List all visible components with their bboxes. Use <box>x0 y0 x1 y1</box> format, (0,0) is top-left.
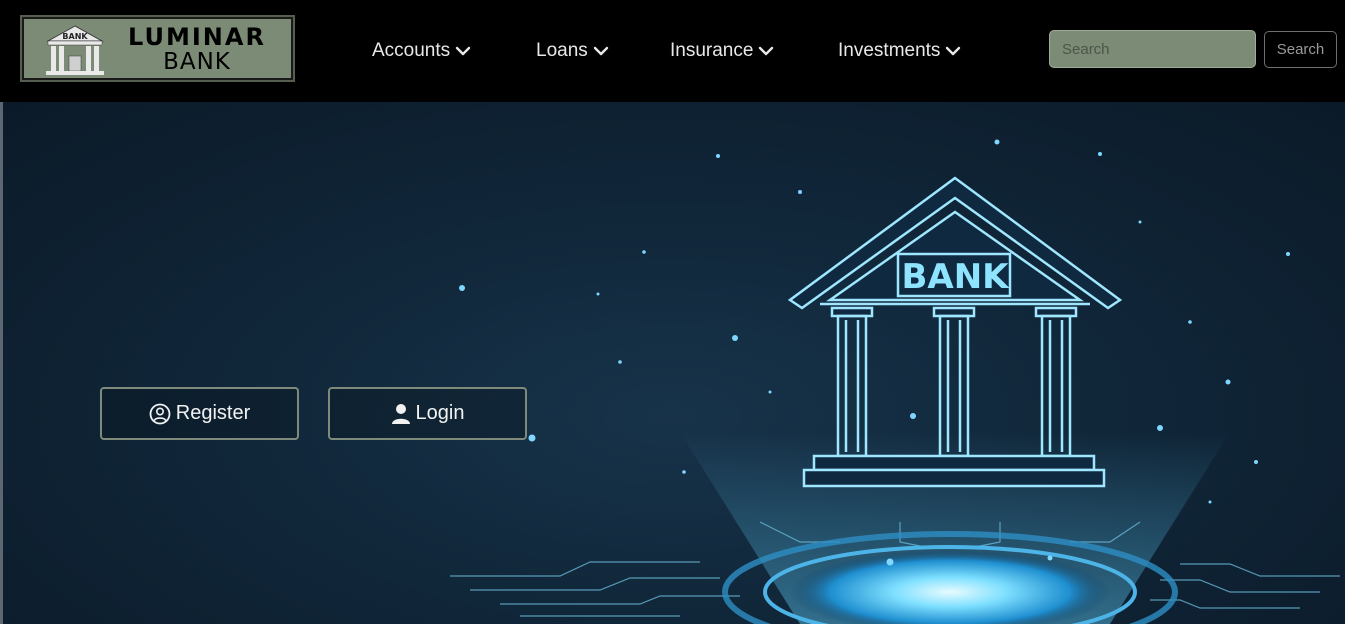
brand-name-line2: BANK <box>163 49 231 75</box>
user-icon <box>391 403 410 424</box>
brand-name-line1: LUMINAR <box>128 23 266 51</box>
search-button[interactable]: Search <box>1264 31 1337 68</box>
nav-item-accounts[interactable]: Accounts <box>372 38 471 64</box>
chevron-down-icon <box>946 46 961 56</box>
nav-item-loans[interactable]: Loans <box>536 38 609 64</box>
brand-name: LUMINAR BANK <box>122 25 272 75</box>
nav-item-investments[interactable]: Investments <box>838 38 961 64</box>
login-button-label: Login <box>415 402 465 424</box>
hero-banner: BANK Register Login <box>0 102 1345 624</box>
search-input[interactable] <box>1049 30 1256 68</box>
nav-item-label: Investments <box>838 40 941 61</box>
navbar: BANK LUMINAR BANK Accounts Loans Insuran… <box>0 0 1345 102</box>
nav-item-label: Insurance <box>670 40 754 61</box>
nav-item-label: Loans <box>536 40 588 61</box>
user-circle-icon <box>149 403 171 424</box>
bank-building-icon: BANK <box>46 25 104 75</box>
chevron-down-icon <box>455 46 471 56</box>
chevron-down-icon <box>593 46 608 56</box>
login-button[interactable]: Login <box>328 387 527 440</box>
brand-logo[interactable]: BANK LUMINAR BANK <box>20 15 295 82</box>
hero-bank-illustration: BANK <box>450 139 1340 624</box>
chevron-down-icon <box>759 46 774 56</box>
nav-item-insurance[interactable]: Insurance <box>670 38 774 64</box>
register-button-label: Register <box>175 402 251 424</box>
logo-icon-label: BANK <box>62 32 88 41</box>
nav-item-label: Accounts <box>372 40 451 61</box>
hero-bank-sign: BANK <box>901 257 1010 297</box>
register-button[interactable]: Register <box>100 387 299 440</box>
